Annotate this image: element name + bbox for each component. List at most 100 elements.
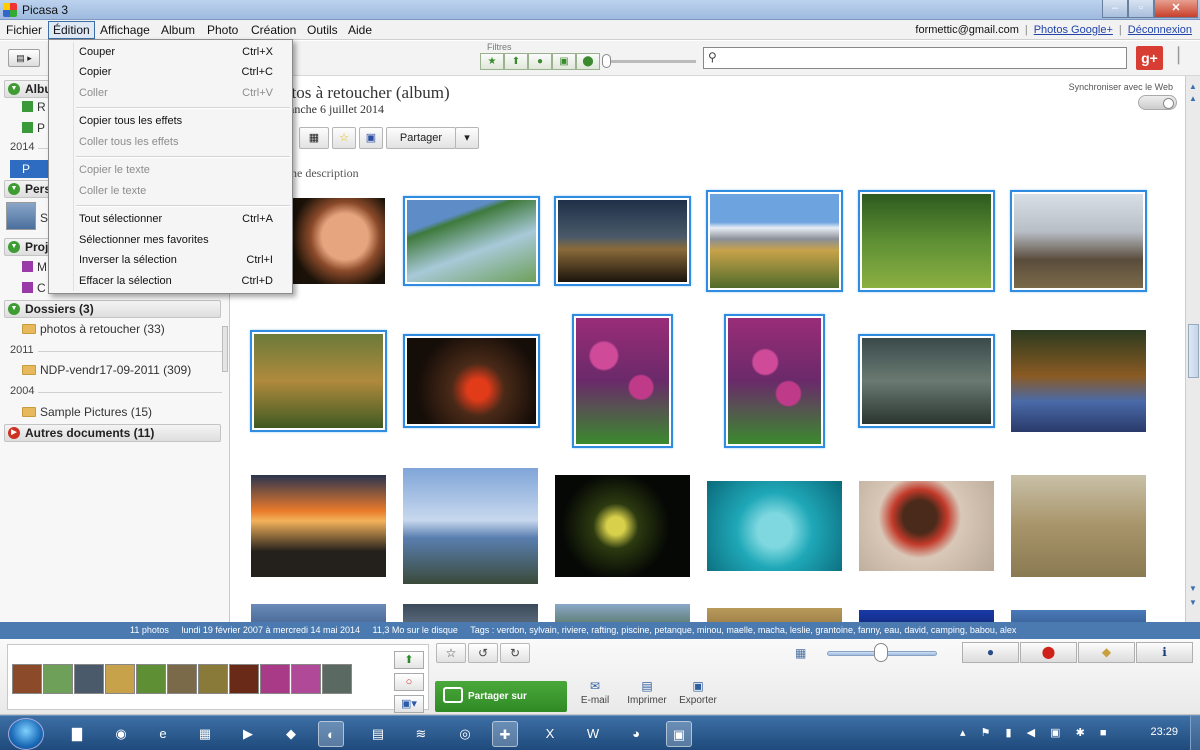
photo-thumbnail[interactable] xyxy=(1011,475,1146,577)
tray-thumbnail[interactable] xyxy=(229,664,259,694)
menu-item-coller-texte[interactable]: Coller le texte xyxy=(50,181,291,201)
excel-icon[interactable]: X xyxy=(537,721,563,747)
photo-thumbnail[interactable] xyxy=(403,468,538,584)
window-switch-icon[interactable]: ▣ xyxy=(666,721,692,747)
photo-thumbnail[interactable] xyxy=(859,610,994,622)
section-folders[interactable]: ▼ Dossiers (3) xyxy=(4,300,221,318)
rotate-right-icon[interactable]: ↻ xyxy=(500,643,530,663)
menu-creation[interactable]: Création xyxy=(251,23,296,37)
share-google-plus-button[interactable]: Partager sur Google+ xyxy=(435,681,567,733)
menu-item-copier-effets[interactable]: Copier tous les effets xyxy=(50,111,291,131)
filter-star-icon[interactable]: ★ xyxy=(480,53,504,70)
firefox-icon[interactable]: ◉ xyxy=(108,721,134,747)
add-to-album-icon[interactable]: ▣▾ xyxy=(394,695,424,713)
start-button[interactable] xyxy=(8,718,44,750)
folder-item[interactable]: Sample Pictures (15) xyxy=(22,405,152,419)
photo-thumbnail[interactable] xyxy=(724,314,825,448)
tray-thumbnail[interactable] xyxy=(136,664,166,694)
album-description[interactable]: une description xyxy=(285,166,359,181)
tag-icon[interactable]: ◆ xyxy=(1078,642,1135,663)
photo-thumbnail[interactable] xyxy=(707,481,842,571)
filter-upload-icon[interactable]: ⬆ xyxy=(504,53,528,70)
tray-thumbnail[interactable] xyxy=(198,664,228,694)
folder-item[interactable]: photos à retoucher (33) xyxy=(22,322,165,336)
menu-item-coller-effets[interactable]: Coller tous les effets xyxy=(50,132,291,152)
filter-slider-knob[interactable] xyxy=(602,54,611,68)
album-scrollbar[interactable]: ▲ ▲ ▼ ▼ xyxy=(1185,76,1200,622)
share-button[interactable]: Partager xyxy=(386,127,456,149)
photos-google-link[interactable]: Photos Google+ xyxy=(1034,24,1113,36)
media-folder-icon[interactable]: ▦ xyxy=(192,721,218,747)
avatar[interactable] xyxy=(6,202,36,230)
photo-thumbnail[interactable] xyxy=(555,604,690,622)
gimp-icon[interactable]: ◕ xyxy=(623,721,649,747)
menu-fichier[interactable]: Fichier xyxy=(6,23,42,37)
menu-item-tout-selectionner[interactable]: Tout sélectionner Ctrl+A xyxy=(50,209,291,229)
favorite-star-icon[interactable]: ☆ xyxy=(332,127,356,149)
sync-toggle[interactable] xyxy=(1138,95,1177,110)
people-icon[interactable]: ● xyxy=(962,642,1019,663)
picasa-taskbar-icon[interactable]: ✚ xyxy=(492,721,518,747)
album-item[interactable]: R xyxy=(22,100,46,114)
project-item[interactable]: M xyxy=(22,260,47,274)
scroll-top-icon[interactable]: ▲ xyxy=(1188,94,1198,103)
ie-icon[interactable]: e xyxy=(150,721,176,747)
photo-thumbnail[interactable] xyxy=(403,196,540,286)
photo-thumbnail[interactable] xyxy=(403,334,540,428)
photo-thumbnail[interactable] xyxy=(251,475,386,577)
section-other-documents[interactable]: ▶ Autres documents (11) xyxy=(4,424,221,442)
info-icon[interactable]: ℹ xyxy=(1136,642,1193,663)
menu-item-selectionner-favorites[interactable]: Sélectionner mes favorites xyxy=(50,230,291,250)
menu-affichage[interactable]: Affichage xyxy=(100,23,150,37)
google-plus-icon[interactable]: g+ xyxy=(1136,46,1163,70)
photo-thumbnail[interactable] xyxy=(706,190,843,292)
folder-item[interactable]: NDP-vendr17-09-2011 (309) xyxy=(22,363,191,377)
photo-thumbnail[interactable] xyxy=(555,475,690,577)
menu-item-copier-texte[interactable]: Copier le texte xyxy=(50,160,291,180)
menu-item-couper[interactable]: Couper Ctrl+X xyxy=(50,42,291,62)
photo-thumbnail[interactable] xyxy=(1011,330,1146,432)
show-desktop-button[interactable] xyxy=(1190,716,1200,750)
location-pin-icon[interactable]: ⬤ xyxy=(1020,642,1077,663)
photo-thumbnail[interactable] xyxy=(251,604,386,622)
scroll-bottom-icon[interactable]: ▼ xyxy=(1188,584,1198,593)
network-icon[interactable]: ≋ xyxy=(408,721,434,747)
scrollbar-thumb[interactable] xyxy=(1188,324,1199,378)
tray-thumbnail[interactable] xyxy=(322,664,352,694)
person-item[interactable]: S xyxy=(40,211,48,225)
logout-link[interactable]: Déconnexion xyxy=(1128,24,1192,36)
photo-thumbnail[interactable] xyxy=(572,314,673,448)
tray-thumbnail[interactable] xyxy=(74,664,104,694)
clock[interactable]: 23:29 xyxy=(1150,726,1178,738)
chrome-icon[interactable]: ◎ xyxy=(452,721,478,747)
photo-thumbnail[interactable] xyxy=(1010,190,1147,292)
app-active-icon[interactable]: ◐ xyxy=(318,721,344,747)
menu-photo[interactable]: Photo xyxy=(207,23,238,37)
scroll-up-icon[interactable]: ▲ xyxy=(1188,82,1198,91)
photo-thumbnail[interactable] xyxy=(554,196,691,286)
minimize-button[interactable]: – xyxy=(1102,0,1128,18)
photo-thumbnail[interactable] xyxy=(403,604,538,622)
photo-thumbnail[interactable] xyxy=(859,481,994,571)
sidebar-resize-handle[interactable] xyxy=(222,326,228,372)
photo-thumbnail[interactable] xyxy=(285,198,385,284)
notes-icon[interactable]: ▤ xyxy=(365,721,391,747)
photo-thumbnail[interactable] xyxy=(707,608,842,622)
save-disk-icon[interactable]: ▣ xyxy=(359,127,383,149)
tray-thumbnail[interactable] xyxy=(291,664,321,694)
clear-selection-icon[interactable]: ○ xyxy=(394,673,424,691)
export-button[interactable]: ▣ Exporter xyxy=(673,679,723,706)
media-player-icon[interactable]: ▶ xyxy=(235,721,261,747)
menu-item-inverser-selection[interactable]: Inverser la sélection Ctrl+I xyxy=(50,250,291,270)
tray-thumbnail[interactable] xyxy=(105,664,135,694)
app-icon[interactable]: ◆ xyxy=(278,721,304,747)
photo-thumbnail[interactable] xyxy=(858,190,995,292)
maximize-button[interactable]: ▫ xyxy=(1128,0,1154,18)
filter-geotag-icon[interactable]: ⬤ xyxy=(576,53,600,70)
search-input[interactable]: ⚲ xyxy=(703,47,1127,69)
tray-thumbnail[interactable] xyxy=(167,664,197,694)
print-button[interactable]: ▤ Imprimer xyxy=(622,679,672,706)
slideshow-icon[interactable]: ▦ xyxy=(299,127,329,149)
menu-item-effacer-selection[interactable]: Effacer la sélection Ctrl+D xyxy=(50,271,291,291)
filter-movie-icon[interactable]: ▣ xyxy=(552,53,576,70)
